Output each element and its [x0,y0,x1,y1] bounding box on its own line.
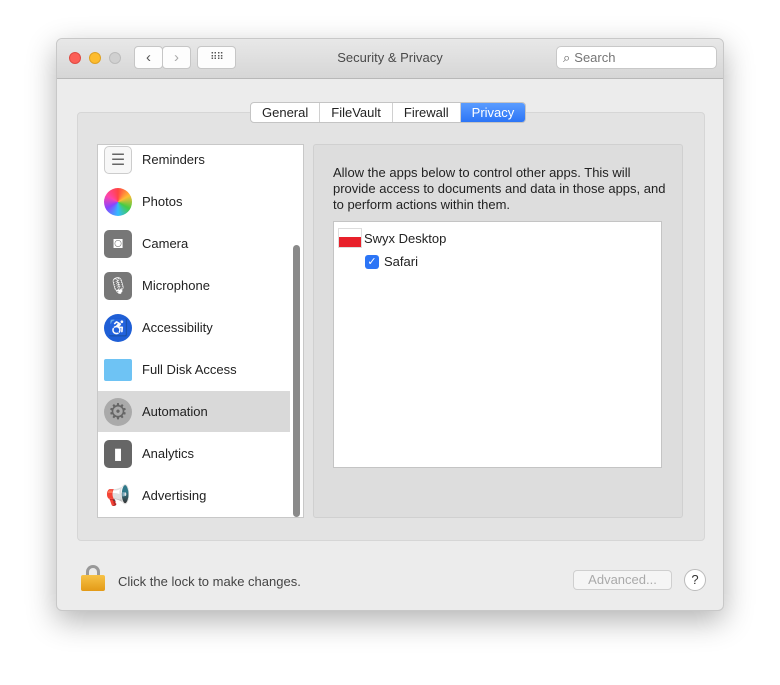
sidebar-item-automation[interactable]: ⚙ Automation [98,391,290,432]
automation-description: Allow the apps below to control other ap… [333,165,666,212]
accessibility-icon: ♿ [104,313,132,342]
camera-icon: ◙ [104,229,132,258]
sidebar-item-microphone[interactable]: 🎙 Microphone [98,265,290,306]
app-name: Swyx Desktop [364,230,447,246]
reminders-icon: ☰ [104,145,132,174]
gear-icon: ⚙ [104,397,132,426]
sidebar-item-advertising[interactable]: 📢 Advertising [98,475,290,516]
microphone-icon: 🎙 [104,271,132,300]
advanced-button[interactable]: Advanced... [573,570,672,590]
lock-text: Click the lock to make changes. [118,574,301,589]
sidebar-item-photos[interactable]: Photos [98,181,290,222]
tab-filevault[interactable]: FileVault [320,103,393,122]
app-row: Swyx Desktop [338,228,446,248]
sidebar-item-reminders[interactable]: ☰ Reminders [98,145,290,180]
photos-icon [104,187,132,216]
tab-firewall[interactable]: Firewall [393,103,461,122]
folder-icon [104,358,132,381]
sidebar-item-analytics[interactable]: ▮ Analytics [98,433,290,474]
automation-panel: Allow the apps below to control other ap… [313,144,683,518]
security-privacy-window: ‹ › ⠿⠿ Security & Privacy ⌕ General File… [56,38,724,611]
bar-chart-icon: ▮ [104,439,132,468]
sidebar-item-accessibility[interactable]: ♿ Accessibility [98,307,290,348]
scrollbar[interactable] [293,245,300,517]
tab-bar: General FileVault Firewall Privacy [250,102,527,123]
app-list: Swyx Desktop ✓ Safari [333,221,662,468]
search-field[interactable]: ⌕ [556,46,717,69]
megaphone-icon: 📢 [105,485,131,507]
search-icon: ⌕ [563,49,571,65]
sidebar-item-full-disk-access[interactable]: Full Disk Access [98,349,290,390]
lock-icon[interactable] [81,565,105,591]
help-button[interactable]: ? [684,569,706,591]
title-bar: ‹ › ⠿⠿ Security & Privacy ⌕ [57,39,723,79]
safari-checkbox[interactable]: ✓ [365,254,379,269]
target-app-name: Safari [384,254,418,269]
target-app-row: ✓ Safari [365,254,418,269]
search-input[interactable] [574,50,695,65]
privacy-category-list[interactable]: ☰ Reminders Photos ◙ Camera 🎙 Microphone ♿ A… [97,144,304,518]
tab-general[interactable]: General [251,103,321,122]
sidebar-item-camera[interactable]: ◙ Camera [98,223,290,264]
swyx-logo-icon [338,228,362,248]
tab-privacy[interactable]: Privacy [460,103,526,122]
